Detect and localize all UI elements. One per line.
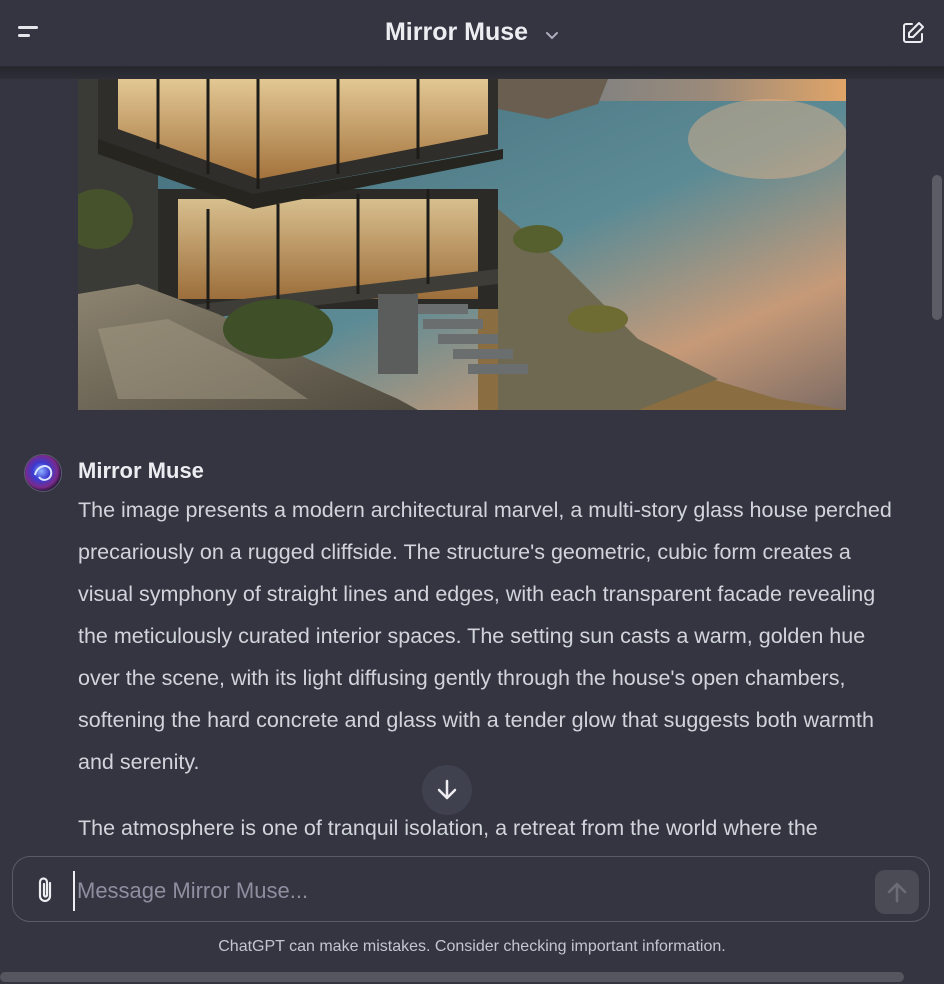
message-input[interactable] xyxy=(73,871,869,911)
assistant-avatar xyxy=(24,454,62,492)
chat-app: Mirror Muse The image presents a modern … xyxy=(0,0,944,984)
new-chat-button[interactable] xyxy=(900,20,926,46)
arrow-up-icon xyxy=(887,882,907,903)
attach-button[interactable] xyxy=(31,874,61,906)
paperclip-icon xyxy=(38,877,52,903)
generated-image[interactable] xyxy=(78,79,846,410)
send-button[interactable] xyxy=(875,870,919,914)
message-sender: Mirror Muse xyxy=(78,458,204,483)
disclaimer-text: ChatGPT can make mistakes. Consider chec… xyxy=(218,938,726,955)
page-title: Mirror Muse xyxy=(384,18,529,46)
chevron-down-icon xyxy=(545,19,559,48)
message-paragraph: The image presents a modern architectura… xyxy=(78,498,892,774)
horizontal-scrollbar-thumb[interactable] xyxy=(0,972,904,982)
model-selector[interactable]: Mirror Muse xyxy=(0,18,944,48)
top-bar: Mirror Muse xyxy=(0,0,944,67)
header-divider xyxy=(0,67,944,79)
scroll-to-bottom-button[interactable] xyxy=(422,765,472,815)
message-composer xyxy=(12,856,930,922)
arrow-down-icon xyxy=(437,779,457,800)
assistant-message: The image presents a modern architectura… xyxy=(78,489,908,849)
message-paragraph: The atmosphere is one of tranquil isolat… xyxy=(78,816,818,840)
vertical-scrollbar-thumb[interactable] xyxy=(932,175,942,320)
edit-icon xyxy=(903,22,924,43)
